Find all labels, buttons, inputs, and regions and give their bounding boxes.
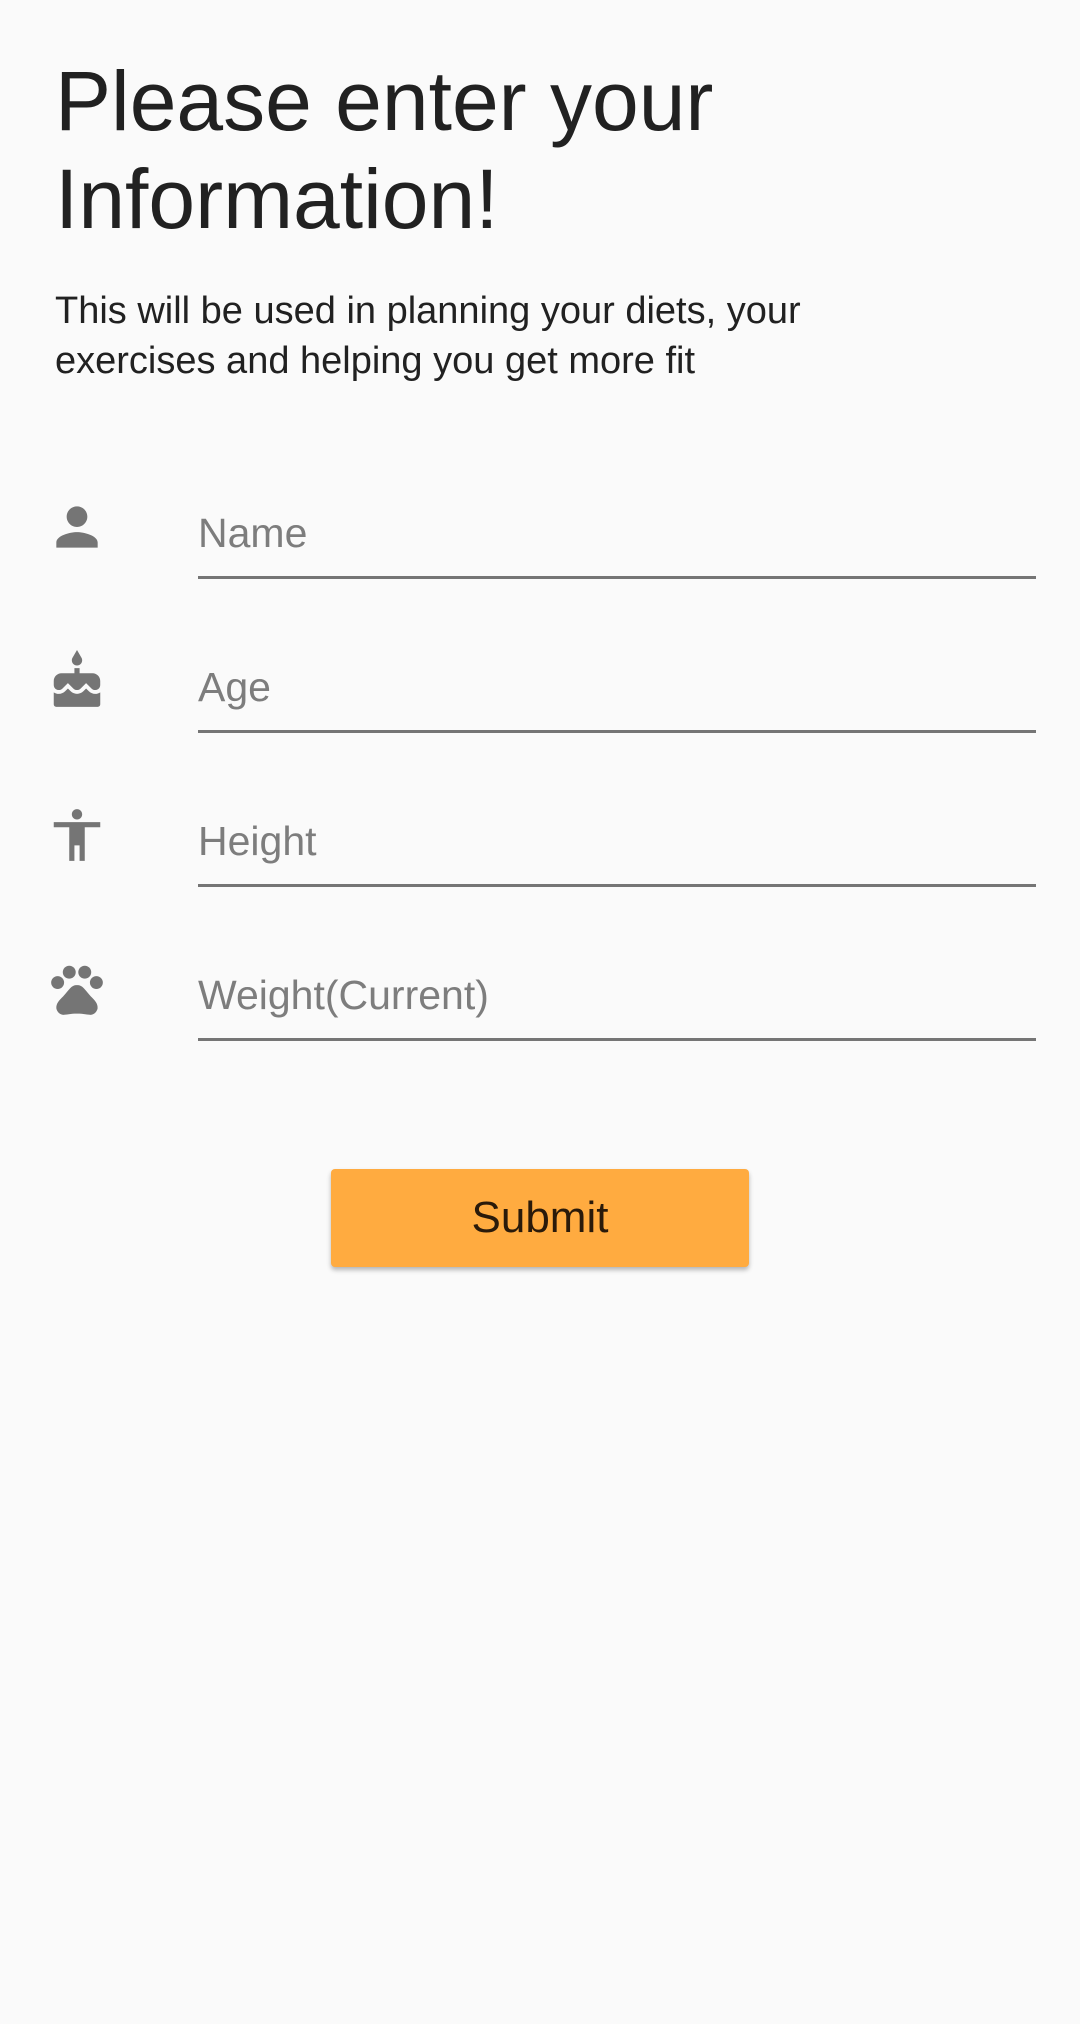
- weight-field-row: [0, 928, 1080, 1041]
- page-title: Please enter your Information!: [55, 54, 714, 246]
- registration-screen: Please enter your Information! This will…: [0, 0, 1080, 2024]
- age-field[interactable]: [198, 620, 1036, 733]
- person-icon: [46, 496, 108, 558]
- accessibility-icon: [46, 804, 108, 866]
- weight-field[interactable]: [198, 928, 1036, 1041]
- name-field-row: [0, 466, 1080, 579]
- height-field-row: [0, 774, 1080, 887]
- name-field[interactable]: [198, 466, 1036, 579]
- cake-icon: [46, 650, 108, 712]
- page-subtitle: This will be used in planning your diets…: [55, 290, 801, 382]
- age-field-row: [0, 620, 1080, 733]
- submit-button[interactable]: Submit: [331, 1169, 749, 1267]
- paw-icon: [46, 958, 108, 1020]
- height-field[interactable]: [198, 774, 1036, 887]
